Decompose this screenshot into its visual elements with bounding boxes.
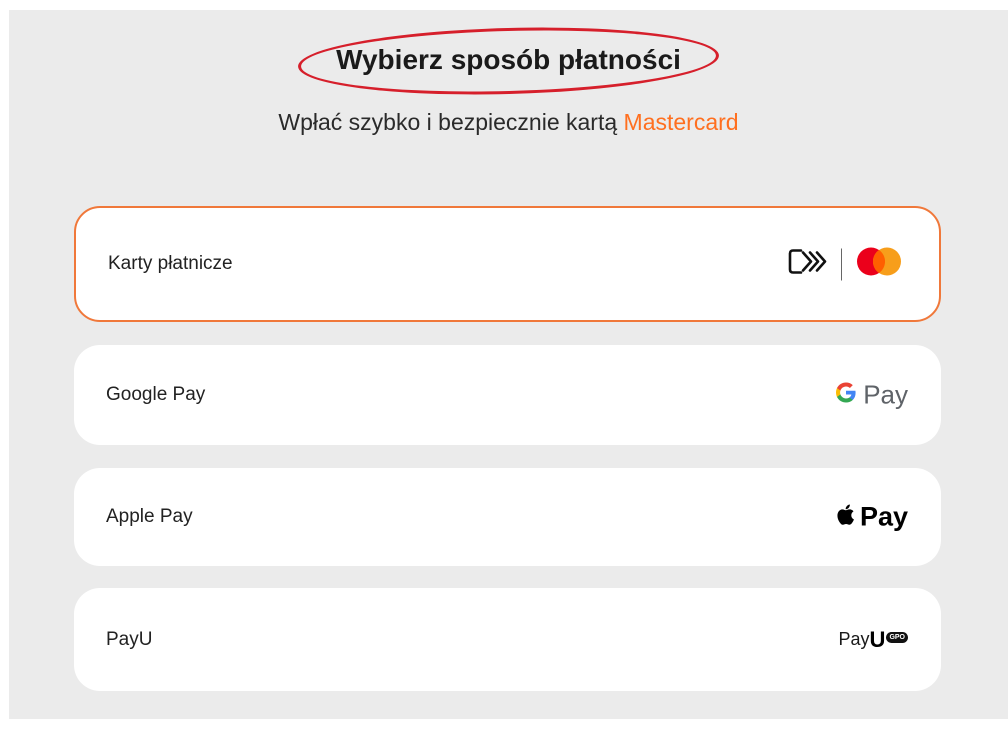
mastercard-logo-icon bbox=[852, 245, 906, 284]
payment-option-label: Karty płatnicze bbox=[108, 253, 233, 274]
payu-logo-icon: Pay U GPO bbox=[839, 627, 908, 653]
subtitle-brand: Mastercard bbox=[623, 109, 739, 135]
title-wrap: Wybierz sposób płatności bbox=[9, 22, 1008, 100]
payment-panel: Wybierz sposób płatności Wpłać szybko i … bbox=[9, 10, 1008, 719]
payu-logo-u: U bbox=[869, 626, 886, 652]
payu-logo-text: Pay bbox=[838, 629, 870, 649]
payment-option-label: PayU bbox=[106, 628, 153, 650]
payu-gpo-badge: GPO bbox=[886, 632, 908, 643]
page-subtitle: Wpłać szybko i bezpiecznie kartą Masterc… bbox=[9, 108, 1008, 136]
apple-pay-logo-text: Pay bbox=[859, 501, 908, 532]
payment-option-logo: Pay bbox=[836, 502, 908, 533]
google-g-icon bbox=[834, 381, 858, 410]
subtitle-text: Wpłać szybko i bezpiecznie kartą bbox=[278, 109, 624, 135]
payment-option-label: Apple Pay bbox=[106, 506, 193, 527]
payment-option-label: Google Pay bbox=[106, 384, 206, 405]
payment-option-google-pay[interactable]: Google Pay Pay bbox=[74, 345, 941, 445]
payment-option-payu[interactable]: PayU Pay U GPO bbox=[74, 588, 941, 691]
payment-option-cards[interactable]: Karty płatnicze bbox=[74, 206, 941, 322]
payment-option-apple-pay[interactable]: Apple Pay Pay bbox=[74, 468, 941, 566]
logo-divider bbox=[841, 248, 842, 280]
apple-logo-icon bbox=[836, 502, 858, 533]
page-title: Wybierz sposób płatności bbox=[297, 22, 720, 100]
payment-option-logo: Pay bbox=[834, 380, 908, 411]
contactless-card-icon bbox=[787, 247, 833, 282]
annotation-ring bbox=[297, 22, 720, 100]
payment-option-logo bbox=[787, 245, 906, 284]
google-pay-logo-text: Pay bbox=[863, 379, 908, 410]
